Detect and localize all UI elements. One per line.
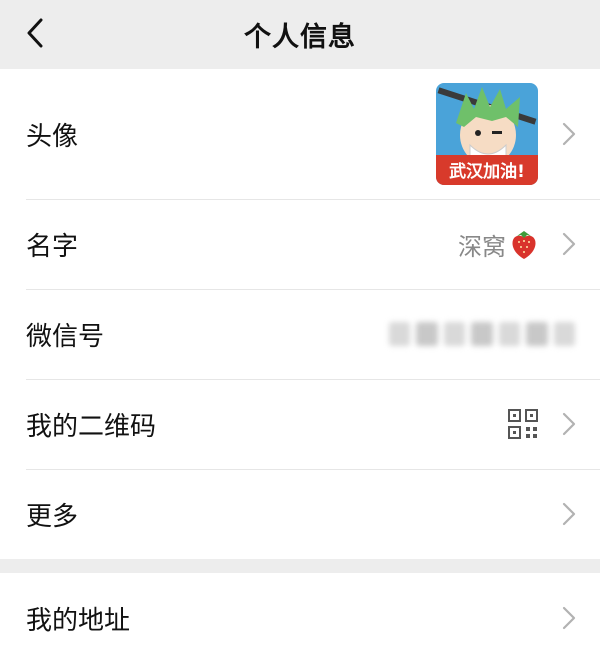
address-row[interactable]: 我的地址: [0, 573, 600, 663]
chevron-right-icon: [562, 232, 576, 256]
strawberry-emoji-icon: [512, 231, 536, 259]
chevron-right-icon: [562, 412, 576, 436]
more-row[interactable]: 更多: [0, 469, 600, 559]
page-title: 个人信息: [244, 22, 356, 53]
avatar-image: 武汉加油!: [436, 83, 538, 185]
address-group: 我的地址: [0, 573, 600, 663]
wechat-id-value-blurred: [389, 322, 575, 346]
avatar-row[interactable]: 头像 武汉加油!: [0, 69, 600, 199]
name-row-right: 深窝: [458, 227, 576, 262]
qr-code-icon: [508, 409, 538, 439]
chevron-right-icon: [562, 122, 576, 146]
qr-code-label: 我的二维码: [26, 411, 157, 442]
address-label: 我的地址: [26, 605, 131, 636]
chevron-right-icon: [562, 606, 576, 630]
wechat-id-row[interactable]: 微信号: [0, 289, 600, 379]
chevron-right-icon: [562, 502, 576, 526]
name-value: 深窝: [458, 232, 506, 261]
more-label: 更多: [26, 501, 79, 532]
wechat-id-label: 微信号: [26, 321, 105, 352]
name-label: 名字: [26, 231, 79, 262]
avatar-badge-text: 武汉加油!: [449, 161, 525, 182]
back-button[interactable]: [18, 16, 52, 50]
profile-group: 头像 武汉加油! 名字 深窝 微信号 我的二维码 更多: [0, 69, 600, 559]
section-gap: [0, 559, 600, 573]
avatar-label: 头像: [26, 121, 79, 152]
qr-code-row[interactable]: 我的二维码: [0, 379, 600, 469]
nav-bar: 个人信息: [0, 0, 600, 69]
back-arrow-icon: [27, 18, 43, 48]
name-row[interactable]: 名字 深窝: [0, 199, 600, 289]
qr-code-right: [508, 409, 576, 439]
wechat-id-right: [389, 322, 576, 346]
address-right: [538, 606, 576, 630]
more-right: [538, 502, 576, 526]
avatar-row-right: 武汉加油!: [436, 83, 576, 185]
